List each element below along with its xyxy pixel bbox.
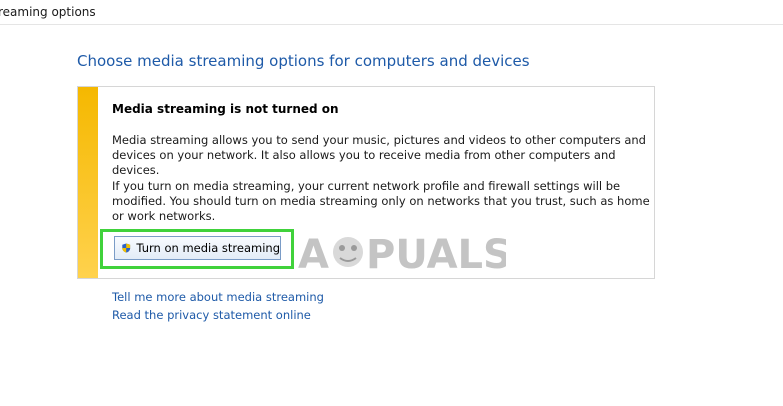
window-title-bar: reaming options [0,0,783,25]
panel-warning-text: If you turn on media streaming, your cur… [112,179,650,223]
button-label: Turn on media streaming [136,241,280,255]
warning-accent-stripe [78,87,98,278]
panel-description: Media streaming allows you to send your … [112,133,646,177]
svg-text:PUALS: PUALS [366,232,506,278]
media-streaming-options-window: reaming options Choose media streaming o… [0,0,783,406]
window-title: reaming options [0,5,96,19]
page-heading: Choose media streaming options for compu… [77,52,530,70]
watermark-logo: A PUALS [296,228,512,278]
privacy-statement-link[interactable]: Read the privacy statement online [112,308,311,322]
watermark-graphic: A PUALS [298,232,512,278]
uac-shield-icon [122,243,131,253]
panel-title: Media streaming is not turned on [112,102,339,116]
svg-text:A: A [298,232,329,278]
turn-on-media-streaming-button[interactable]: Turn on media streaming [114,236,281,260]
tell-me-more-link[interactable]: Tell me more about media streaming [112,290,324,304]
